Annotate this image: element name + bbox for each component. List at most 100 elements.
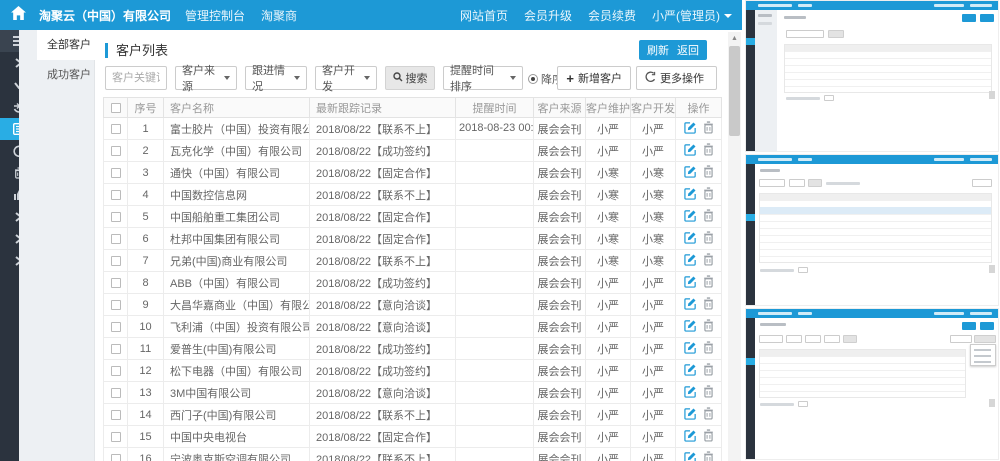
delete-icon[interactable] bbox=[703, 363, 714, 379]
delete-icon[interactable] bbox=[703, 253, 714, 269]
row-checkbox[interactable] bbox=[111, 322, 121, 332]
header-record: 最新跟踪记录 bbox=[310, 98, 456, 118]
table-row: 6杜邦中国集团有限公司2018/08/22【固定合作】展会会刊小寒小寒 bbox=[104, 228, 722, 250]
edit-icon[interactable] bbox=[684, 451, 697, 461]
delete-icon[interactable] bbox=[703, 165, 714, 181]
mini-subnav bbox=[755, 10, 777, 151]
nav-site-home-link[interactable]: 网站首页 bbox=[460, 7, 508, 24]
vertical-scrollbar[interactable]: ▲ bbox=[728, 32, 741, 461]
cell-no: 6 bbox=[128, 228, 164, 250]
select-all-checkbox[interactable] bbox=[111, 103, 121, 113]
header-developer: 客户开发 bbox=[631, 98, 676, 118]
nav-member-renew-link[interactable]: 会员续费 bbox=[588, 7, 636, 24]
row-checkbox[interactable] bbox=[111, 256, 121, 266]
cell-no: 2 bbox=[128, 140, 164, 162]
main-content: 客户列表 刷新 返回 客户来源 跟进情况 客户开发 搜索 提醒时间排序 降序 升… bbox=[95, 30, 727, 461]
row-checkbox[interactable] bbox=[111, 190, 121, 200]
header-reminder: 提醒时间 bbox=[456, 98, 534, 118]
row-checkbox[interactable] bbox=[111, 300, 121, 310]
more-actions-button[interactable]: 更多操作 bbox=[636, 66, 717, 90]
table-row: 8ABB（中国）有限公司2018/08/22【成功签约】展会会刊小严小严 bbox=[104, 272, 722, 294]
row-checkbox[interactable] bbox=[111, 366, 121, 376]
edit-icon[interactable] bbox=[684, 231, 697, 247]
delete-icon[interactable] bbox=[703, 187, 714, 203]
header-actions: 操作 bbox=[676, 98, 722, 118]
delete-icon[interactable] bbox=[703, 275, 714, 291]
search-button[interactable]: 搜索 bbox=[385, 66, 435, 90]
cell-keeper: 小严 bbox=[586, 360, 631, 382]
scroll-up-arrow-icon[interactable]: ▲ bbox=[728, 32, 741, 45]
back-button[interactable]: 返回 bbox=[669, 40, 707, 60]
row-checkbox[interactable] bbox=[111, 168, 121, 178]
cell-source: 展会会刊 bbox=[534, 118, 586, 140]
edit-icon[interactable] bbox=[684, 275, 697, 291]
edit-icon[interactable] bbox=[684, 121, 697, 137]
delete-icon[interactable] bbox=[703, 407, 714, 423]
edit-icon[interactable] bbox=[684, 341, 697, 357]
cell-name: 中国中央电视台 bbox=[164, 426, 310, 448]
mini-search-button bbox=[828, 30, 844, 38]
edit-icon[interactable] bbox=[684, 297, 697, 313]
edit-icon[interactable] bbox=[684, 385, 697, 401]
cell-no: 3 bbox=[128, 162, 164, 184]
edit-icon[interactable] bbox=[684, 143, 697, 159]
screenshot-thumbnail-2[interactable] bbox=[745, 154, 999, 306]
scrollbar-thumb[interactable] bbox=[729, 46, 740, 136]
delete-icon[interactable] bbox=[703, 209, 714, 225]
delete-icon[interactable] bbox=[703, 143, 714, 159]
nav-shop-link[interactable]: 淘聚商 bbox=[261, 7, 297, 24]
add-customer-button[interactable]: +新增客户 bbox=[557, 66, 631, 90]
keyword-input[interactable] bbox=[105, 66, 167, 90]
edit-icon[interactable] bbox=[684, 209, 697, 225]
progress-select[interactable]: 跟进情况 bbox=[245, 66, 307, 90]
delete-icon[interactable] bbox=[703, 341, 714, 357]
row-checkbox[interactable] bbox=[111, 410, 121, 420]
sort-select[interactable]: 提醒时间排序 bbox=[443, 66, 523, 90]
edit-icon[interactable] bbox=[684, 187, 697, 203]
row-checkbox[interactable] bbox=[111, 146, 121, 156]
cell-record: 2018/08/22【固定合作】 bbox=[310, 162, 456, 184]
home-button[interactable] bbox=[0, 0, 37, 30]
cell-developer: 小寒 bbox=[631, 162, 676, 184]
row-checkbox[interactable] bbox=[111, 234, 121, 244]
delete-icon[interactable] bbox=[703, 451, 714, 461]
cell-developer: 小严 bbox=[631, 316, 676, 338]
cell-name: 瓦克化学（中国）有限公司 bbox=[164, 140, 310, 162]
delete-icon[interactable] bbox=[703, 385, 714, 401]
edit-icon[interactable] bbox=[684, 363, 697, 379]
edit-icon[interactable] bbox=[684, 407, 697, 423]
delete-icon[interactable] bbox=[703, 319, 714, 335]
cell-keeper: 小寒 bbox=[586, 206, 631, 228]
nav-member-upgrade-link[interactable]: 会员升级 bbox=[524, 7, 572, 24]
edit-icon[interactable] bbox=[684, 429, 697, 445]
edit-icon[interactable] bbox=[684, 319, 697, 335]
subnav-item-success-customers[interactable]: 成功客户 bbox=[37, 60, 95, 90]
row-checkbox[interactable] bbox=[111, 388, 121, 398]
delete-icon[interactable] bbox=[703, 297, 714, 313]
cell-name: 爱普生(中国)有限公司 bbox=[164, 338, 310, 360]
delete-icon[interactable] bbox=[703, 429, 714, 445]
subnav-item-all-customers[interactable]: 全部客户 bbox=[37, 30, 95, 60]
row-checkbox[interactable] bbox=[111, 432, 121, 442]
edit-icon[interactable] bbox=[684, 253, 697, 269]
search-icon bbox=[393, 72, 403, 85]
cell-record: 2018/08/22【意向洽谈】 bbox=[310, 316, 456, 338]
screenshot-thumbnail-3[interactable] bbox=[745, 308, 999, 460]
row-checkbox[interactable] bbox=[111, 278, 121, 288]
cell-keeper: 小寒 bbox=[586, 250, 631, 272]
screenshot-thumbnail-1[interactable] bbox=[745, 0, 999, 152]
user-menu[interactable]: 小严(管理员) bbox=[652, 7, 732, 24]
row-checkbox[interactable] bbox=[111, 344, 121, 354]
edit-icon[interactable] bbox=[684, 165, 697, 181]
delete-icon[interactable] bbox=[703, 121, 714, 137]
nav-console-link[interactable]: 管理控制台 bbox=[185, 7, 245, 24]
row-checkbox[interactable] bbox=[111, 454, 121, 461]
source-select[interactable]: 客户来源 bbox=[175, 66, 237, 90]
row-checkbox[interactable] bbox=[111, 124, 121, 134]
delete-icon[interactable] bbox=[703, 231, 714, 247]
table-row: 2瓦克化学（中国）有限公司2018/08/22【成功签约】展会会刊小严小严 bbox=[104, 140, 722, 162]
developer-select[interactable]: 客户开发 bbox=[315, 66, 377, 90]
cell-source: 展会会刊 bbox=[534, 206, 586, 228]
table-row: 16宁波奥克斯空调有限公司2018/08/22【联系不上】展会会刊小严小严 bbox=[104, 448, 722, 461]
row-checkbox[interactable] bbox=[111, 212, 121, 222]
